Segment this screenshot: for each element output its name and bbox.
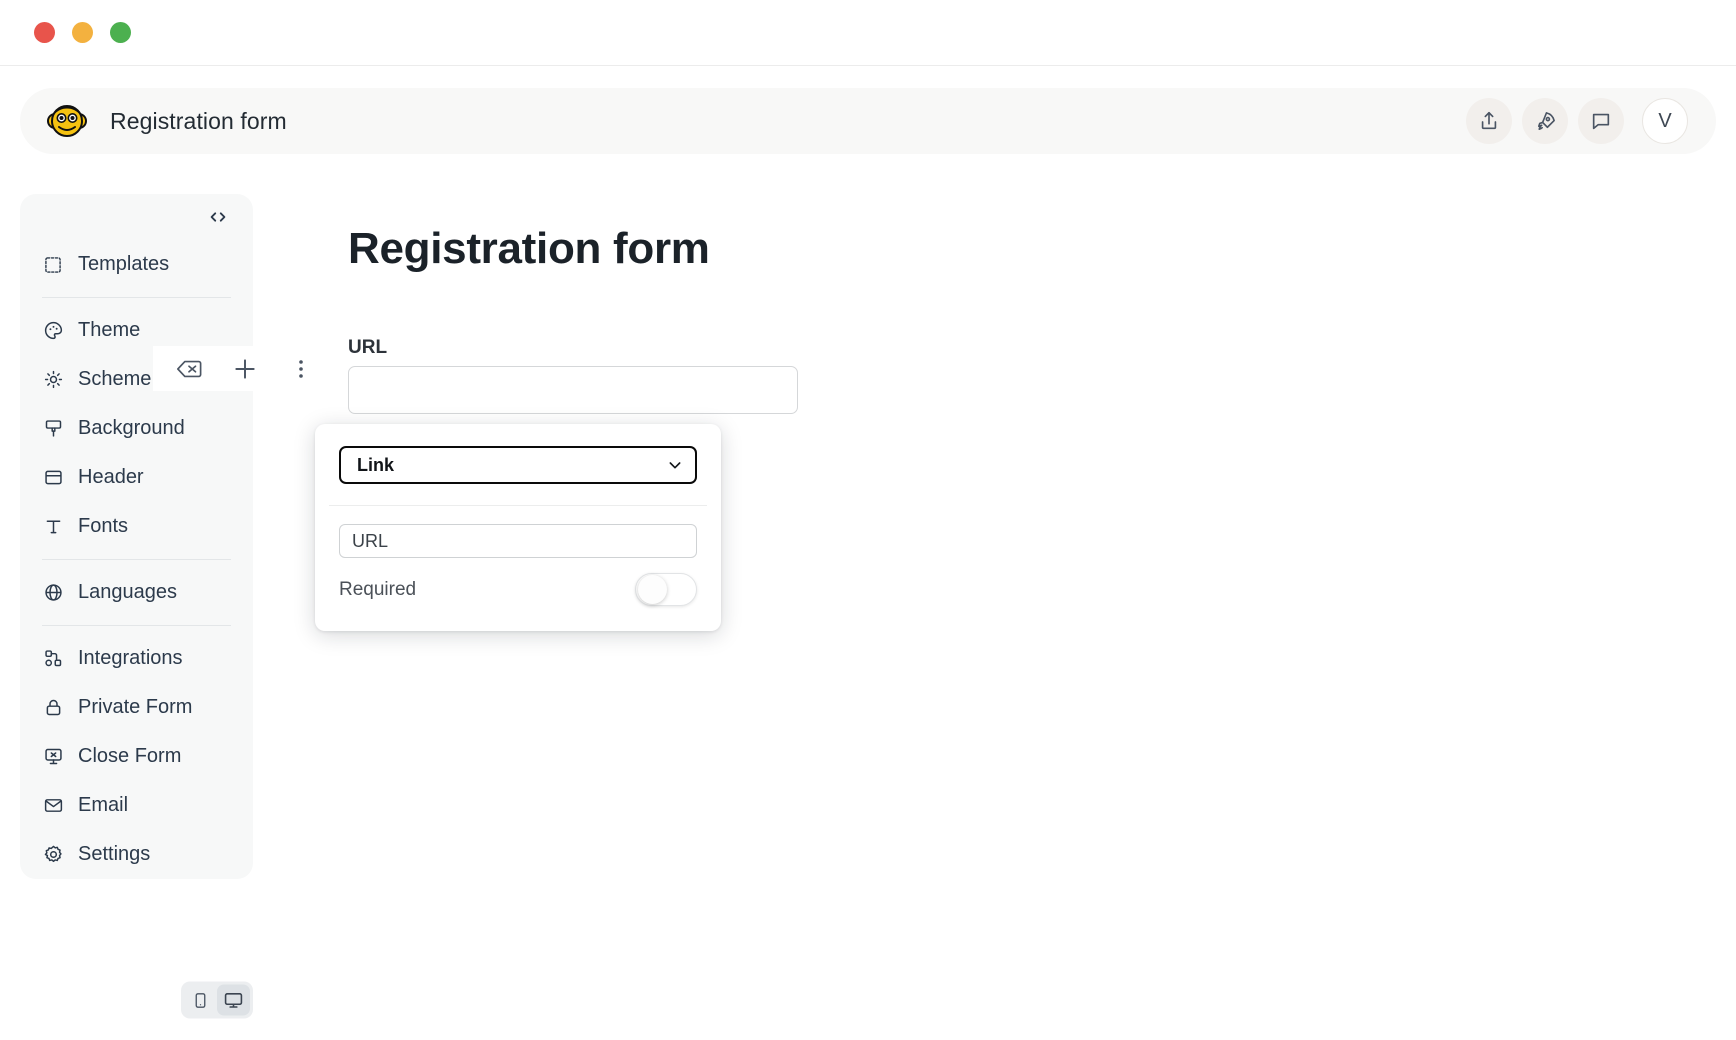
sidebar-item-label: Email	[78, 794, 129, 816]
share-icon[interactable]	[1466, 98, 1512, 144]
comment-icon[interactable]	[1578, 98, 1624, 144]
email-icon	[42, 795, 64, 817]
app-title: Registration form	[110, 107, 287, 134]
sidebar-group-2: Theme Scheme Background Header Fonts	[40, 306, 233, 551]
sidebar: Templates Theme Scheme Background Header…	[20, 194, 253, 879]
sidebar-divider	[42, 559, 231, 560]
integrations-icon	[42, 648, 64, 670]
more-options-icon[interactable]	[286, 354, 316, 384]
field-type-value: Link	[357, 454, 395, 475]
lock-icon	[42, 697, 64, 719]
sidebar-divider	[42, 297, 231, 298]
sidebar-item-settings[interactable]: Settings	[40, 830, 233, 879]
delete-field-icon[interactable]	[174, 354, 204, 384]
required-row: Required	[339, 573, 697, 606]
sidebar-item-label: Private Form	[78, 696, 193, 718]
header-actions: V	[1466, 98, 1688, 144]
field-label-url: URL	[348, 337, 388, 358]
scheme-icon	[42, 369, 64, 391]
device-preview-toggle	[181, 981, 253, 1019]
field-settings-popover: Link URL Required	[315, 424, 721, 631]
brush-icon	[42, 418, 64, 440]
templates-icon	[42, 254, 64, 276]
sidebar-item-label: Settings	[78, 843, 151, 865]
toggle-knob	[638, 575, 667, 604]
window-close-button[interactable]	[34, 22, 55, 43]
sidebar-item-private-form[interactable]: Private Form	[40, 683, 233, 732]
sidebar-item-email[interactable]: Email	[40, 781, 233, 830]
sidebar-item-label: Languages	[78, 581, 177, 603]
field-label-input[interactable]: URL	[339, 524, 697, 558]
window-minimize-button[interactable]	[72, 22, 93, 43]
sidebar-item-fonts[interactable]: Fonts	[40, 502, 233, 551]
window-title-bar	[0, 0, 1736, 66]
sidebar-item-languages[interactable]: Languages	[40, 568, 233, 617]
close-form-icon	[42, 746, 64, 768]
publish-rocket-icon[interactable]	[1522, 98, 1568, 144]
popover-body: URL Required	[315, 506, 721, 606]
field-toolbar	[153, 346, 328, 391]
user-avatar[interactable]: V	[1642, 98, 1688, 144]
sidebar-item-label: Fonts	[78, 515, 129, 537]
header-icon	[42, 467, 64, 489]
sidebar-item-templates[interactable]: Templates	[40, 240, 233, 289]
sidebar-item-label: Scheme	[78, 368, 152, 390]
sidebar-item-label: Theme	[78, 319, 141, 341]
sidebar-group-4: Integrations Private Form Close Form Ema…	[40, 634, 233, 879]
traffic-lights	[34, 22, 131, 43]
sidebar-group-3: Languages	[40, 568, 233, 617]
sidebar-item-label: Background	[78, 417, 185, 439]
sidebar-item-label: Close Form	[78, 745, 182, 767]
required-toggle[interactable]	[635, 573, 697, 606]
sidebar-item-label: Integrations	[78, 647, 183, 669]
palette-icon	[42, 320, 64, 342]
app-header: Registration form V	[20, 88, 1716, 154]
sidebar-item-header[interactable]: Header	[40, 453, 233, 502]
monkey-avatar-icon	[47, 105, 87, 137]
window-maximize-button[interactable]	[110, 22, 131, 43]
sidebar-item-label: Templates	[78, 253, 170, 275]
code-icon	[210, 212, 226, 222]
device-mobile-button[interactable]	[184, 985, 217, 1016]
gear-icon	[42, 844, 64, 866]
page-title: Registration form	[348, 224, 710, 273]
sidebar-group-1: Templates	[40, 240, 233, 289]
popover-top: Link	[315, 424, 721, 505]
sidebar-code-toggle[interactable]	[40, 194, 233, 240]
sidebar-item-close-form[interactable]: Close Form	[40, 732, 233, 781]
sidebar-item-background[interactable]: Background	[40, 404, 233, 453]
add-field-icon[interactable]	[230, 354, 260, 384]
sidebar-item-integrations[interactable]: Integrations	[40, 634, 233, 683]
field-type-select[interactable]: Link	[339, 446, 697, 484]
sidebar-divider	[42, 625, 231, 626]
required-label: Required	[339, 578, 417, 600]
globe-icon	[42, 582, 64, 604]
chevron-down-icon	[667, 457, 683, 473]
brand: Registration form	[46, 100, 287, 142]
fonts-icon	[42, 516, 64, 538]
device-desktop-button[interactable]	[217, 984, 250, 1016]
url-input[interactable]	[348, 366, 798, 414]
sidebar-item-label: Header	[78, 466, 144, 488]
